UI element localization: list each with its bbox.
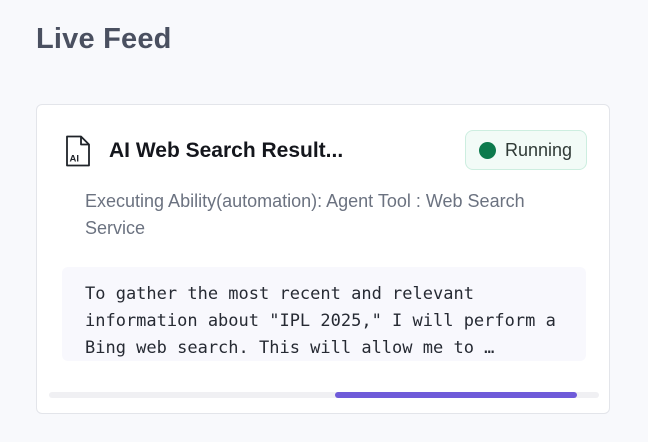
card-title: AI Web Search Result...	[109, 139, 344, 162]
ai-file-icon-label: AI	[70, 154, 80, 165]
task-description: Executing Ability(automation): Agent Too…	[85, 191, 525, 238]
feed-card[interactable]: AI AI Web Search Result... Running Execu…	[36, 104, 610, 414]
progress-bar	[49, 392, 599, 398]
status-dot-icon	[479, 141, 496, 159]
ai-file-icon: AI	[66, 135, 90, 167]
log-output: To gather the most recent and relevant i…	[62, 267, 586, 361]
page-title: Live Feed	[36, 23, 172, 55]
log-text: To gather the most recent and relevant i…	[85, 284, 556, 358]
status-badge: Running	[465, 130, 587, 170]
progress-fill	[335, 392, 577, 398]
status-label: Running	[505, 139, 573, 160]
